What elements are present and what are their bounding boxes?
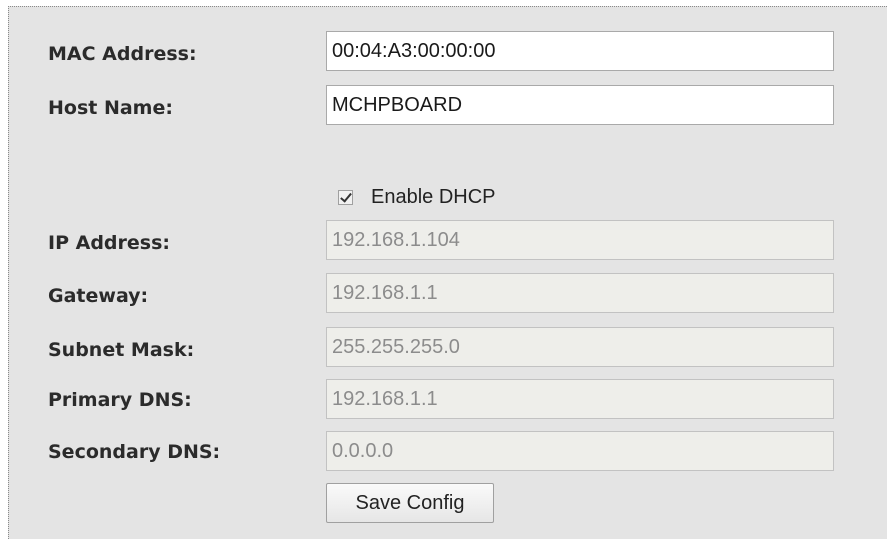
gateway-label: Gateway: [48, 285, 149, 307]
subnet-mask-input[interactable]: 255.255.255.0 [326, 327, 834, 367]
primary-dns-input[interactable]: 192.168.1.1 [326, 379, 834, 419]
primary-dns-label: Primary DNS: [48, 389, 192, 411]
save-config-button[interactable]: Save Config [326, 483, 494, 523]
secondary-dns-input[interactable]: 0.0.0.0 [326, 431, 834, 471]
host-name-label: Host Name: [48, 97, 173, 119]
subnet-mask-label: Subnet Mask: [48, 339, 195, 361]
network-config-panel: MAC Address: 00:04:A3:00:00:00 Host Name… [8, 6, 887, 539]
mac-address-label: MAC Address: [48, 43, 197, 65]
ip-address-input[interactable]: 192.168.1.104 [326, 220, 834, 260]
secondary-dns-label: Secondary DNS: [48, 441, 221, 463]
gateway-input[interactable]: 192.168.1.1 [326, 273, 834, 313]
enable-dhcp-checkbox[interactable] [338, 189, 353, 205]
mac-address-input[interactable]: 00:04:A3:00:00:00 [326, 31, 834, 71]
enable-dhcp-row: Enable DHCP [338, 184, 496, 210]
ip-address-label: IP Address: [48, 232, 170, 254]
host-name-input[interactable]: MCHPBOARD [326, 85, 834, 125]
enable-dhcp-label: Enable DHCP [371, 185, 496, 208]
